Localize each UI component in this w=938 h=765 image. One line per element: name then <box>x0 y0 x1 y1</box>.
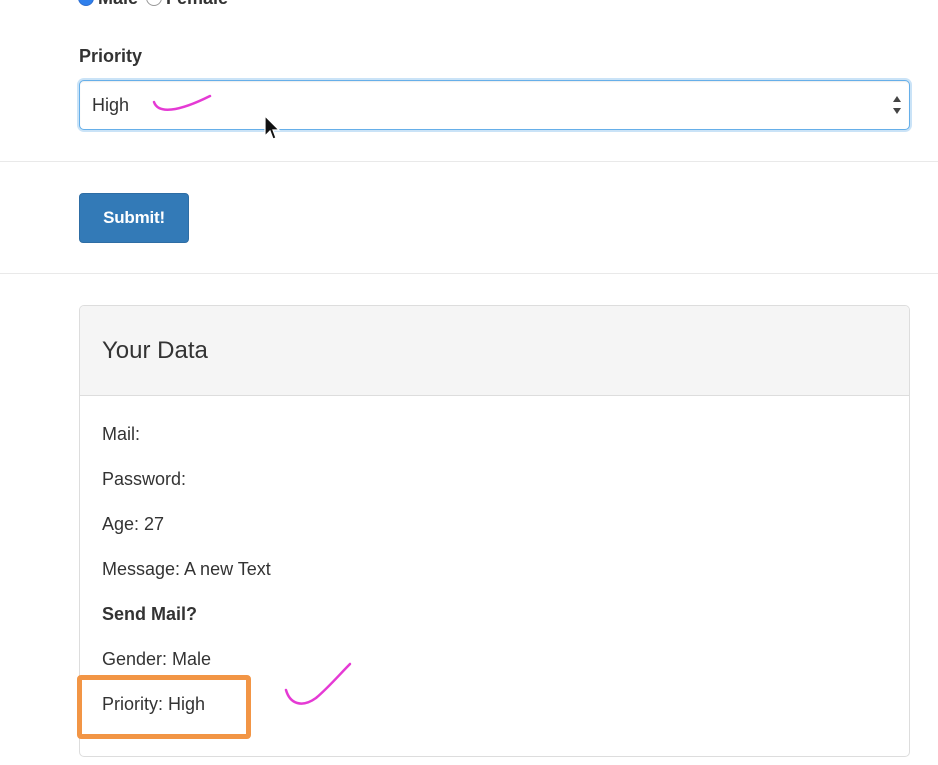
divider <box>0 273 938 274</box>
highlight-box <box>77 675 251 739</box>
priority-label: Priority <box>79 46 143 66</box>
gender-female-radio[interactable] <box>146 0 163 6</box>
output-mail: Mail: <box>102 424 141 444</box>
gender-radio-group: Male Female <box>78 0 232 8</box>
priority-select-value: High <box>92 95 130 115</box>
output-gender: Gender: Male <box>102 649 212 669</box>
sort-arrows-icon <box>893 96 901 114</box>
gender-male-label: Male <box>98 0 138 9</box>
output-message: Message: A new Text <box>102 559 271 579</box>
annotation-check-icon <box>284 662 352 705</box>
mouse-pointer-icon <box>264 114 281 140</box>
annotation-check-icon <box>152 94 212 111</box>
divider <box>0 161 938 162</box>
panel-title: Your Data <box>102 337 208 364</box>
panel-heading: Your Data <box>80 306 909 396</box>
gender-male-radio[interactable] <box>78 0 94 6</box>
output-password: Password: <box>102 469 187 489</box>
submit-button[interactable]: Submit! <box>79 193 189 243</box>
output-send-mail: Send Mail? <box>102 604 198 624</box>
output-age: Age: 27 <box>102 514 165 534</box>
gender-female-label: Female <box>166 0 228 9</box>
